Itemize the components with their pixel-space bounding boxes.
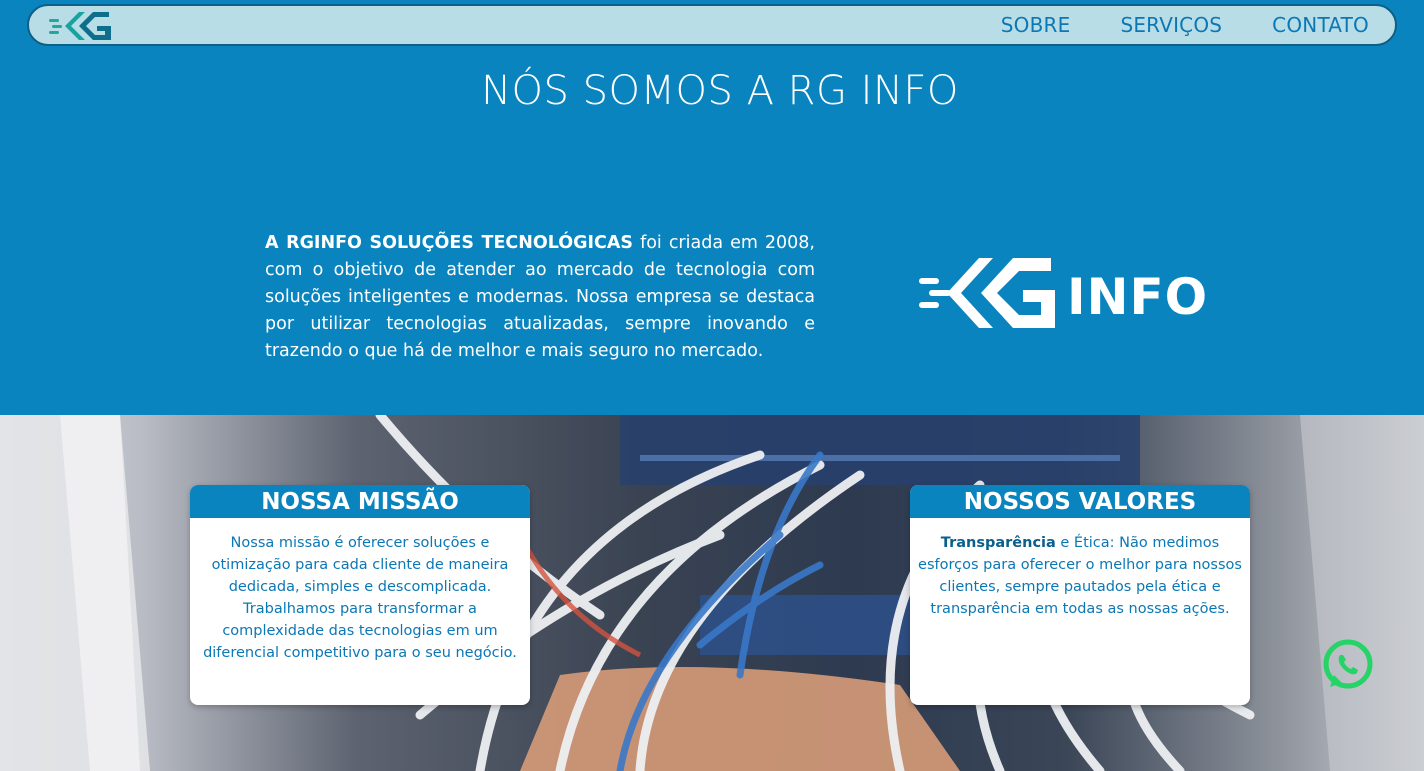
rg-logo-icon[interactable]	[49, 9, 115, 43]
page-title: NÓS SOMOS A RG INFO	[481, 68, 959, 114]
about-company-name: A RGINFO SOLUÇÕES TECNOLÓGICAS	[265, 233, 634, 253]
navbar: SOBRE SERVIÇOS CONTATO	[27, 4, 1397, 46]
nav-link-sobre[interactable]: SOBRE	[1001, 13, 1071, 37]
about-paragraph: A RGINFO SOLUÇÕES TECNOLÓGICAS foi criad…	[265, 230, 815, 365]
rg-info-logo: INFO	[919, 258, 1205, 328]
values-card-highlight: Transparência	[940, 535, 1056, 551]
nav-link-servicos[interactable]: SERVIÇOS	[1120, 13, 1222, 37]
nav-links: SOBRE SERVIÇOS CONTATO	[951, 6, 1369, 44]
mission-card-text: Nossa missão é oferecer soluções e otimi…	[203, 535, 517, 661]
logo-wordmark: INFO	[1067, 268, 1205, 326]
mission-card-title: NOSSA MISSÃO	[190, 485, 530, 518]
hero-section: SOBRE SERVIÇOS CONTATO NÓS SOMOS A RG IN…	[0, 0, 1424, 415]
values-card-text: Transparência e Ética: Não medimos esfor…	[910, 518, 1250, 620]
values-card: NOSSOS VALORES Transparência e Ética: Nã…	[910, 485, 1250, 705]
nav-link-contato[interactable]: CONTATO	[1272, 13, 1369, 37]
mission-card: NOSSA MISSÃO Nossa missão é oferecer sol…	[190, 485, 530, 705]
values-card-title: NOSSOS VALORES	[910, 485, 1250, 518]
whatsapp-icon[interactable]	[1320, 637, 1376, 693]
